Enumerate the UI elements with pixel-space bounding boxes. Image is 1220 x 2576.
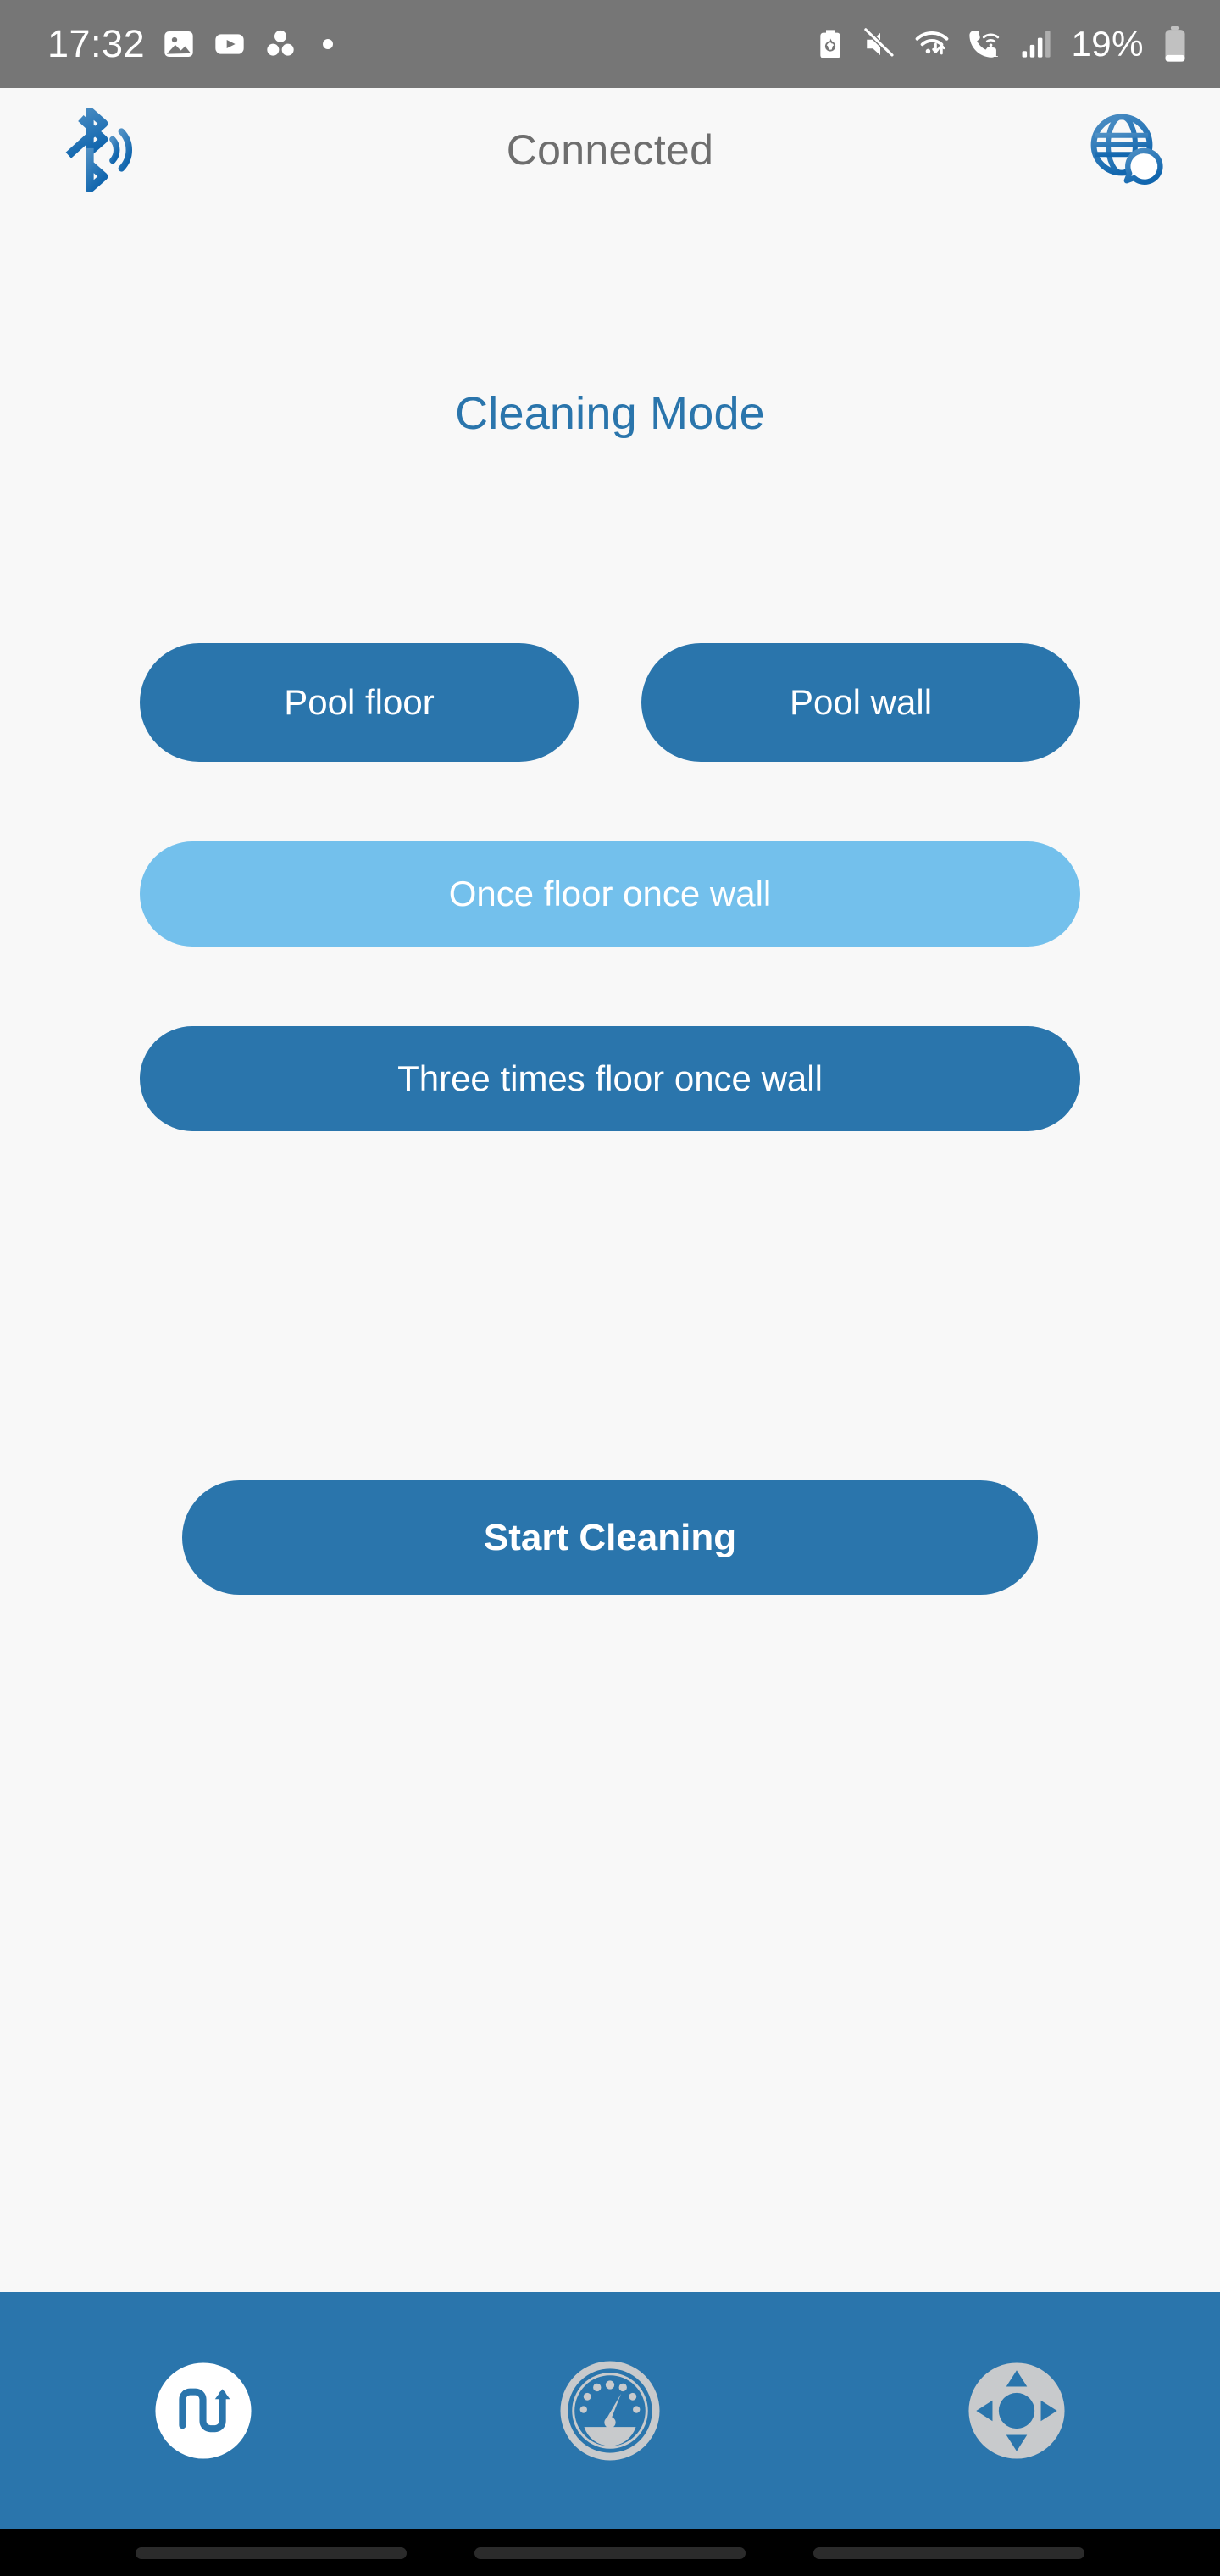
dot-indicator-icon	[323, 39, 334, 49]
battery-percentage: 19%	[1071, 24, 1144, 64]
connection-status-title: Connected	[506, 125, 714, 174]
mode-button-pool-floor[interactable]: Pool floor	[140, 643, 579, 762]
mode-button-once-floor-once-wall[interactable]: Once floor once wall	[140, 841, 1080, 947]
status-bar-clock: 17:32	[47, 22, 146, 65]
android-gesture-bar	[0, 2529, 1220, 2576]
gesture-hint-back[interactable]	[136, 2546, 407, 2559]
dpad-remote-icon	[967, 2361, 1067, 2461]
mode-button-three-times-floor-once-wall[interactable]: Three times floor once wall	[140, 1026, 1080, 1131]
nav-item-remote-control[interactable]	[813, 2361, 1220, 2461]
bluetooth-connect-button[interactable]	[42, 99, 144, 201]
start-button-container: Start Cleaning	[0, 1480, 1220, 1595]
cellular-signal-icon	[1023, 31, 1051, 58]
language-button[interactable]	[1076, 99, 1178, 201]
bottom-navigation-bar	[0, 2292, 1220, 2529]
start-cleaning-button[interactable]: Start Cleaning	[182, 1480, 1038, 1595]
youtube-icon	[215, 34, 244, 54]
asana-icon	[267, 30, 294, 56]
battery-icon	[1165, 26, 1185, 62]
globe-language-icon	[1090, 114, 1163, 185]
gesture-hint-recents[interactable]	[813, 2546, 1084, 2559]
mute-icon	[864, 28, 897, 59]
svg-text:1: 1	[993, 48, 999, 59]
wifi-icon	[916, 31, 949, 55]
status-bar: 17:32 1 19%	[0, 0, 1220, 88]
phone-screen: 17:32 1 19% Connected Cleaning Mode Pool…	[0, 0, 1220, 2576]
status-bar-right: 1 19%	[813, 24, 1191, 64]
main-content: Cleaning Mode Pool floor Pool wall Once …	[0, 211, 1220, 2292]
gauge-icon	[560, 2361, 660, 2461]
mode-row-top: Pool floor Pool wall	[140, 643, 1080, 762]
bluetooth-connected-icon	[65, 107, 132, 192]
app-header: Connected	[0, 88, 1220, 211]
gesture-hint-home[interactable]	[474, 2546, 746, 2559]
page-title: Cleaning Mode	[455, 388, 765, 439]
battery-saver-icon	[820, 30, 841, 58]
nav-item-cleaning-mode[interactable]	[0, 2361, 407, 2461]
nav-item-status-gauge[interactable]	[407, 2361, 813, 2461]
cleaning-mode-options: Pool floor Pool wall Once floor once wal…	[140, 643, 1080, 1131]
photos-icon	[164, 31, 193, 57]
cleaning-path-icon	[153, 2361, 253, 2461]
wifi-calling-icon: 1	[969, 31, 1000, 59]
status-bar-left: 17:32	[47, 22, 334, 66]
mode-button-pool-wall[interactable]: Pool wall	[641, 643, 1080, 762]
